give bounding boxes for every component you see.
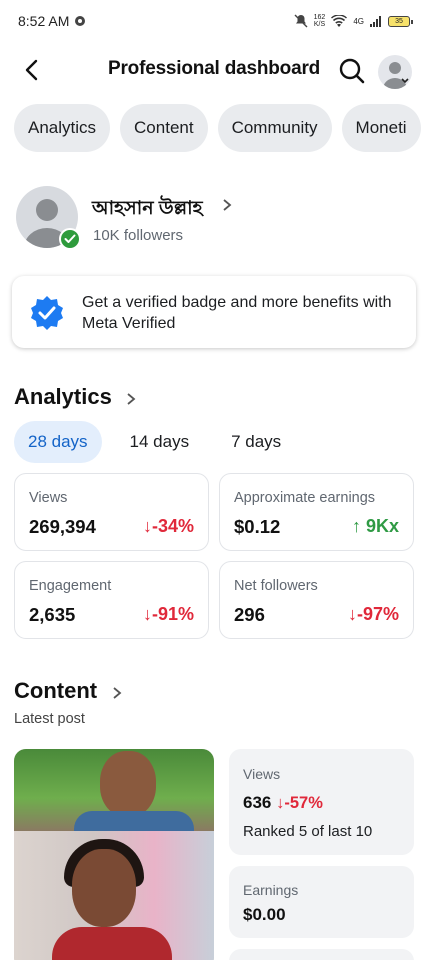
tab-community[interactable]: Community [217,104,332,152]
earnings-value: $0.00 [243,905,286,924]
stat-value: 2,635 [29,604,76,625]
stat-label: Approximate earnings [234,490,376,506]
chevron-right-icon[interactable] [126,392,136,406]
tab-monetization[interactable]: Moneti [341,104,421,152]
stat-label: Views [29,490,68,506]
messenger-status-icon [75,16,86,26]
views-label: Views [243,766,281,782]
analytics-heading[interactable]: Analytics [14,384,112,410]
stat-change: ↓-91% [142,604,194,624]
back-button[interactable] [18,56,46,84]
stat-value: $0.12 [234,516,281,537]
status-bar: 8:52 AM 162 K/S 4G 35 [0,0,428,42]
page-title: Professional dashboard [108,58,321,79]
network-type: 4G [353,16,364,26]
account-switcher-avatar[interactable] [378,55,412,89]
net-speed: 162 K/S [313,14,326,28]
meta-verified-text: Get a verified badge and more benefits w… [82,294,392,332]
back-arrow-icon [25,59,38,81]
status-time: 8:52 AM [18,13,70,29]
person-clothing [52,927,172,960]
earnings-label: Earnings [243,882,299,898]
wifi-icon [331,14,348,27]
rank-text: Ranked 5 of last 10 [243,823,373,840]
stat-card-earnings[interactable]: Approximate earnings $0.12 ↑ 9Kx [219,473,414,551]
stat-card-views[interactable]: Views 269,394 ↓-34% [14,473,209,551]
search-button[interactable] [336,55,368,87]
stat-change: ↑ 9Kx [351,516,399,536]
search-icon [339,58,365,84]
stat-change: ↓-97% [347,604,399,624]
check-badge-icon [59,228,81,250]
tab-analytics[interactable]: Analytics [14,104,111,152]
down-arrow-icon: ↓ [142,604,152,624]
mute-bell-icon [294,14,308,28]
stat-label: Engagement [29,578,112,594]
stat-value: 296 [234,604,265,625]
stat-change: ↓-34% [142,516,194,536]
battery-icon: 35 [388,15,413,27]
dashboard-tabs: Analytics Content Community Moneti [14,104,421,152]
verified-badge-icon [31,296,63,330]
stat-card-engagement[interactable]: Engagement 2,635 ↓-91% [14,561,209,639]
chevron-right-icon [223,199,232,211]
latest-post-next-card[interactable] [229,949,414,960]
latest-post-label: Latest post [14,711,85,727]
top-bar: Professional dashboard [0,46,428,94]
profile-header[interactable]: আহসান উল্লাহ 10K followers [16,186,416,250]
chevron-right-icon[interactable] [112,686,122,700]
range-28-days[interactable]: 28 days [14,421,102,463]
range-14-days[interactable]: 14 days [116,421,204,463]
latest-post-thumbnail[interactable] [14,749,214,960]
down-arrow-icon: ↓ [347,604,357,624]
range-7-days[interactable]: 7 days [217,421,295,463]
down-arrow-icon: ↓ [142,516,152,536]
stat-card-net-followers[interactable]: Net followers 296 ↓-97% [219,561,414,639]
latest-post-earnings-card[interactable]: Earnings $0.00 [229,866,414,938]
content-heading[interactable]: Content [14,678,97,704]
up-arrow-icon: ↑ [351,516,361,536]
follower-count: 10K followers [93,227,184,244]
tab-content[interactable]: Content [120,104,208,152]
person-figure [72,849,136,927]
date-range-selector: 28 days 14 days 7 days [14,421,295,463]
signal-icon [370,15,381,27]
profile-name: আহসান উল্লাহ [92,198,203,219]
latest-post-views-card[interactable]: Views 636 ↓-57% Ranked 5 of last 10 [229,749,414,855]
person-figure [100,751,156,817]
stat-value: 269,394 [29,516,96,537]
profile-avatar-icon [383,62,409,89]
views-value: 636 ↓-57% [243,793,323,812]
stat-label: Net followers [234,578,318,594]
views-change: ↓-57% [276,794,323,812]
meta-verified-card[interactable]: Get a verified badge and more benefits w… [12,276,416,348]
